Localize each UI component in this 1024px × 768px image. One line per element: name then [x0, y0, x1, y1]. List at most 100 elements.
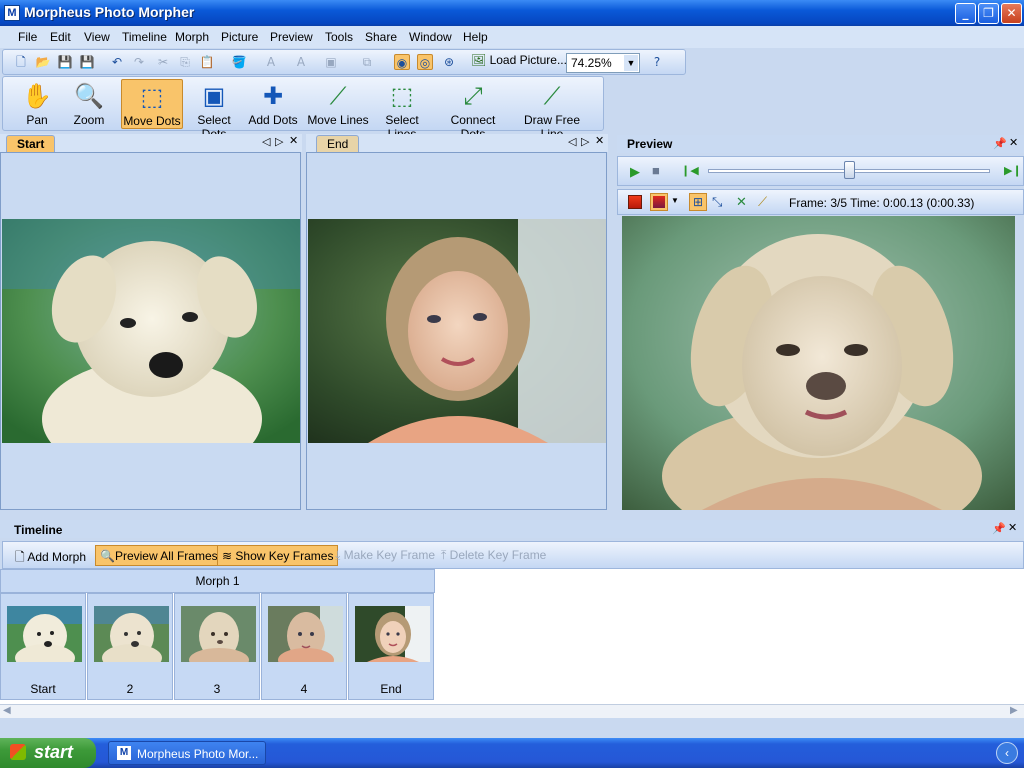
show-key-frames-button[interactable]: ≋ Show Key Frames	[217, 545, 339, 566]
help-icon[interactable]: ?	[649, 54, 665, 70]
menu-preview[interactable]: Preview	[270, 30, 313, 44]
open-folder-icon[interactable]: 📂	[35, 54, 51, 70]
frame-label: 4	[300, 682, 308, 696]
dots-icon[interactable]: ⤡	[712, 194, 722, 210]
tool-move-lines[interactable]: ⟋ Move Lines	[307, 79, 369, 129]
scroll-right-icon[interactable]: ▶	[1010, 705, 1018, 716]
restore-button[interactable]: ❐	[978, 3, 999, 24]
make-key-label: Make Key Frame	[343, 548, 436, 562]
frame-thumbnail-3[interactable]: 3	[174, 593, 260, 700]
morph-label[interactable]: Morph 1	[0, 569, 435, 593]
menu-window[interactable]: Window	[409, 30, 452, 44]
arrange-icon[interactable]: ⧉	[359, 54, 375, 70]
zoom-select[interactable]: 74.25% ▼	[566, 53, 640, 73]
frame-thumbnail-start[interactable]: Start	[0, 593, 86, 700]
start-button[interactable]: start	[0, 738, 96, 768]
tool-move-lines-label: Move Lines	[307, 113, 369, 127]
background-color-icon[interactable]	[628, 195, 642, 209]
pin-icon[interactable]: 📌	[992, 522, 1006, 535]
scroll-left-icon[interactable]: ◀	[3, 705, 11, 716]
add-morph-button[interactable]: 🗋 Add Morph	[11, 545, 90, 566]
menu-timeline[interactable]: Timeline	[122, 30, 167, 44]
border-icon[interactable]: ▣	[323, 54, 339, 70]
menu-help[interactable]: Help	[463, 30, 488, 44]
load-picture-label: Load Picture...	[489, 53, 567, 67]
show-grid-icon[interactable]: ⊛	[441, 54, 457, 70]
zoom-value: 74.25%	[571, 56, 612, 70]
close-button[interactable]: ✕	[1001, 3, 1022, 24]
next-frame-icon[interactable]: ▶❙	[1004, 164, 1022, 177]
delete-key-frame-button[interactable]: ⤒ Delete Key Frame	[437, 545, 550, 566]
lines-icon[interactable]: ✕	[736, 194, 747, 210]
menu-morph[interactable]: Morph	[175, 30, 209, 44]
menu-file[interactable]: File	[18, 30, 37, 44]
copy-icon[interactable]: ⎘	[177, 54, 193, 70]
make-key-frame-button[interactable]: ⤓ Make Key Frame	[331, 545, 439, 566]
close-icon[interactable]: ✕	[1009, 136, 1018, 149]
chevron-left-icon[interactable]: ◁	[262, 135, 270, 148]
select-lines-icon: ⬚	[390, 82, 414, 110]
menu-share[interactable]: Share	[365, 30, 397, 44]
start-image[interactable]	[2, 219, 300, 443]
timeline-scrollbar[interactable]: ◀ ▶	[0, 704, 1024, 718]
close-icon[interactable]: ✕	[595, 134, 604, 147]
play-icon[interactable]: ▶	[630, 164, 640, 180]
fit-icon[interactable]: ⊞	[689, 193, 707, 211]
tool-connect-dots[interactable]: ⤢ Connect Dots	[437, 79, 509, 141]
stop-icon[interactable]: ■	[652, 163, 660, 178]
taskbar-item-morpheus[interactable]: M Morpheus Photo Mor...	[108, 741, 266, 765]
tool-pan[interactable]: ✋ Pan	[15, 79, 59, 129]
pin-icon[interactable]: 📌	[993, 137, 1007, 150]
close-icon[interactable]: ✕	[1008, 521, 1017, 534]
preview-all-frames-button[interactable]: 🔍Preview All Frames	[95, 545, 223, 566]
save-icon[interactable]: 💾	[57, 54, 73, 70]
show-lines-icon[interactable]: ◎	[417, 54, 433, 70]
tool-select-lines[interactable]: ⬚ Select Lines	[371, 79, 433, 141]
text-icon[interactable]: A	[263, 54, 279, 70]
tool-draw-free-line[interactable]: ⟋ Draw Free Line	[511, 79, 593, 141]
new-icon[interactable]: 🗋	[13, 54, 29, 70]
tab-end[interactable]: End	[316, 135, 360, 152]
tray-expand-icon[interactable]: ‹	[996, 742, 1018, 764]
frame-slider-thumb[interactable]	[844, 161, 855, 179]
save-as-icon[interactable]: 💾	[79, 54, 95, 70]
preview-header: Preview 📌 ✕	[617, 135, 1024, 153]
menu-edit[interactable]: Edit	[50, 30, 71, 44]
chevron-right-icon[interactable]: ▷	[581, 135, 589, 148]
select-dots-icon: ▣	[202, 82, 226, 110]
text-style-icon[interactable]: A	[293, 54, 309, 70]
preview-all-label: Preview All Frames	[114, 549, 218, 563]
tool-zoom-label: Zoom	[73, 113, 105, 127]
title-bar: M Morpheus Photo Morpher _ ❐ ✕	[0, 0, 1024, 26]
show-dots-icon[interactable]: ◉	[394, 54, 410, 70]
chevron-down-icon[interactable]: ▼	[671, 196, 679, 205]
minimize-button[interactable]: _	[955, 3, 976, 24]
menu-tools[interactable]: Tools	[325, 30, 353, 44]
fill-color-icon[interactable]: 🪣	[231, 54, 247, 70]
previous-frame-icon[interactable]: ❙◀	[681, 164, 699, 177]
frame-thumbnail-4[interactable]: 4	[261, 593, 347, 700]
tool-move-dots[interactable]: ⬚ Move Dots	[121, 79, 183, 129]
fill-style-icon[interactable]	[650, 193, 668, 211]
chevron-left-icon[interactable]: ◁	[568, 135, 576, 148]
chevron-right-icon[interactable]: ▷	[275, 135, 283, 148]
preview-toolbar: ▼ ⊞ ⤡ ✕ ⟋ Frame: 3/5 Time: 0:00.13 (0:00…	[617, 189, 1024, 215]
undo-icon[interactable]: ↶	[109, 54, 125, 70]
tool-select-dots[interactable]: ▣ Select Dots	[185, 79, 243, 141]
end-image[interactable]	[308, 219, 606, 443]
menu-picture[interactable]: Picture	[221, 30, 258, 44]
tool-add-dots[interactable]: ✚ Add Dots	[247, 79, 299, 129]
warp-icon[interactable]: ⟋	[758, 194, 767, 210]
paste-icon[interactable]: 📋	[199, 54, 215, 70]
menu-view[interactable]: View	[84, 30, 110, 44]
frame-thumbnail-2[interactable]: 2	[87, 593, 173, 700]
frame-image	[181, 606, 256, 662]
cut-icon[interactable]: ✂	[155, 54, 171, 70]
redo-icon[interactable]: ↷	[131, 54, 147, 70]
load-picture-button[interactable]: 🖼 Load Picture...	[471, 53, 567, 73]
tool-zoom[interactable]: 🔍 Zoom	[67, 79, 111, 129]
delete-key-label: Delete Key Frame	[449, 548, 547, 562]
frame-thumbnail-end[interactable]: End	[348, 593, 434, 700]
tab-start[interactable]: Start	[6, 135, 56, 152]
close-icon[interactable]: ✕	[289, 134, 298, 147]
